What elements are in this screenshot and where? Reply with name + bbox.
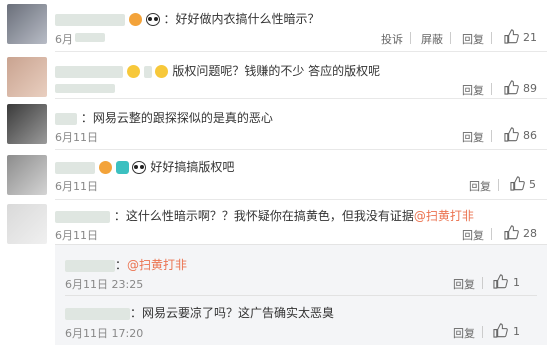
- panda-emoji-icon: [132, 161, 147, 174]
- comment-item: ：好好做内衣搞什么性暗示？ 6月 投诉 屏蔽 回复 21: [0, 0, 554, 52]
- divider: [482, 326, 483, 338]
- avatar[interactable]: [7, 57, 47, 97]
- like-count: 21: [523, 31, 537, 44]
- username-blurred[interactable]: [55, 112, 77, 125]
- grin-emoji-icon: [126, 65, 140, 78]
- smile-emoji-icon: [155, 65, 169, 78]
- divider: [450, 32, 451, 44]
- avatar[interactable]: [7, 155, 47, 195]
- divider: [491, 83, 492, 95]
- like-count: 1: [513, 276, 520, 289]
- reply-link[interactable]: 回复: [462, 82, 484, 98]
- comment-text: 版权问题呢？钱赚的不少 答应的版权呢: [172, 64, 381, 78]
- reply-link[interactable]: 回复: [462, 129, 484, 145]
- panda-emoji-icon: [145, 13, 160, 26]
- username-blurred[interactable]: [65, 259, 115, 272]
- thumbs-up-icon[interactable]: [504, 80, 519, 95]
- camera-emoji-icon: [115, 161, 129, 174]
- thumbs-up-icon[interactable]: [493, 274, 508, 289]
- comment-date: 6月: [55, 33, 73, 46]
- avatar[interactable]: [7, 4, 47, 44]
- reply-text: ：: [115, 258, 128, 272]
- comment-text: ：好好做内衣搞什么性暗示？: [163, 12, 320, 26]
- comment-item: 版权问题呢？钱赚的不少 答应的版权呢 回复 89: [0, 52, 554, 99]
- username-blurred[interactable]: [55, 65, 123, 78]
- reply-link[interactable]: 回复: [462, 31, 484, 47]
- like-count: 1: [513, 325, 520, 338]
- comment-text: ：这什么性暗示啊？？我怀疑你在搞黄色，但我没有证据: [113, 209, 414, 223]
- divider: [498, 179, 499, 191]
- reply-list: ：@扫黄打非 6月11日 23:25 回复 1 ：网易云要凉了吗？这广告确实太恶…: [55, 244, 547, 345]
- username-blurred[interactable]: [65, 307, 130, 320]
- like-count: 89: [523, 82, 537, 95]
- comment-date: 6月11日: [55, 180, 98, 193]
- reply-link[interactable]: 回复: [469, 178, 491, 194]
- thumbs-up-icon[interactable]: [493, 323, 508, 338]
- thumbs-up-icon[interactable]: [504, 29, 519, 44]
- username-blurred[interactable]: [55, 161, 95, 174]
- divider: [491, 32, 492, 44]
- block-link[interactable]: 屏蔽: [421, 31, 443, 47]
- reply-date: 6月11日 23:25: [65, 278, 144, 291]
- emoji-icon: [128, 13, 142, 26]
- comment-date: 6月11日: [55, 229, 98, 242]
- avatar[interactable]: [7, 204, 47, 244]
- thumbs-up-icon[interactable]: [510, 176, 525, 191]
- mention-link[interactable]: @扫黄打非: [127, 258, 187, 272]
- reply-link[interactable]: 回复: [453, 276, 475, 292]
- username-blurred[interactable]: [55, 13, 125, 26]
- thumbs-up-icon[interactable]: [504, 225, 519, 240]
- divider: [491, 228, 492, 240]
- divider: [482, 277, 483, 289]
- date-blurred: [75, 33, 105, 42]
- like-count: 5: [529, 178, 536, 191]
- comment-item: ：这什么性暗示啊？？我怀疑你在搞黄色，但我没有证据@扫黄打非 6月11日 回复 …: [0, 200, 554, 244]
- reply-date: 6月11日 17:20: [65, 327, 144, 340]
- like-count: 86: [523, 129, 537, 142]
- date-blurred: [55, 84, 115, 93]
- divider: [491, 130, 492, 142]
- reply-text: ：网易云要凉了吗？这广告确实太恶臭: [130, 306, 335, 320]
- comment-item: 好好搞搞版权吧 6月11日 回复 5: [0, 150, 554, 200]
- username-blurred[interactable]: [55, 210, 110, 223]
- comment-item: ：网易云整的跟探探似的是真的恶心 6月11日 回复 86: [0, 99, 554, 150]
- comment-date: 6月11日: [55, 131, 98, 144]
- reply-link[interactable]: 回复: [462, 227, 484, 243]
- avatar[interactable]: [7, 104, 47, 144]
- divider: [65, 295, 537, 296]
- divider: [410, 32, 411, 44]
- report-link[interactable]: 投诉: [381, 31, 403, 47]
- mention-link[interactable]: @扫黄打非: [414, 209, 474, 223]
- username-blurred: [143, 65, 152, 78]
- comment-text: 好好搞搞版权吧: [150, 160, 235, 174]
- like-count: 28: [523, 227, 537, 240]
- emoji-icon: [98, 161, 112, 174]
- comment-text: ：网易云整的跟探探似的是真的恶心: [80, 111, 273, 125]
- thumbs-up-icon[interactable]: [504, 127, 519, 142]
- reply-link[interactable]: 回复: [453, 325, 475, 341]
